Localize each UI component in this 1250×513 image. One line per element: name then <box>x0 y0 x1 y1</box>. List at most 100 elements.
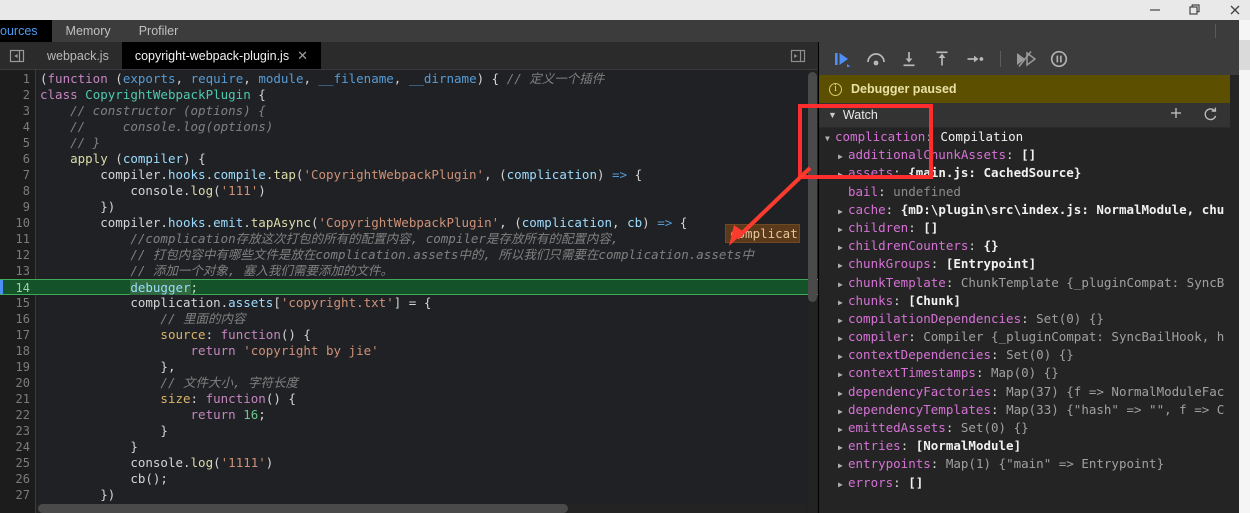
code-line[interactable]: 16 // 里面的内容 <box>0 311 818 327</box>
code-line[interactable]: 26 cb(); <box>0 471 818 487</box>
code-line[interactable]: 9 }) <box>0 199 818 215</box>
line-number[interactable]: 18 <box>0 343 30 359</box>
watch-property-row[interactable]: ▶ compiler: Compiler {_pluginCompat: Sync… <box>819 328 1230 346</box>
window-scrollbar-thumb[interactable] <box>1239 40 1250 70</box>
code-line[interactable]: 4 // console.log(options) <box>0 119 818 135</box>
line-number[interactable]: 14 <box>0 280 30 296</box>
code-line[interactable]: 19 }, <box>0 359 818 375</box>
code-line[interactable]: 27 }) <box>0 487 818 503</box>
code-line[interactable]: 1 (function (exports, require, module, __… <box>0 71 818 87</box>
line-number[interactable]: 1 <box>0 71 30 87</box>
code-line[interactable]: 17 source: function() { <box>0 327 818 343</box>
line-number[interactable]: 2 <box>0 87 30 103</box>
file-tab-copyright-webpack-plugin-js[interactable]: copyright-webpack-plugin.js ✕ <box>121 42 321 69</box>
line-number[interactable]: 9 <box>0 199 30 215</box>
code-line[interactable]: 23 } <box>0 423 818 439</box>
watch-property-row[interactable]: ▶ dependencyTemplates: Map(33) {"hash" =>… <box>819 401 1230 419</box>
pause-on-exceptions-icon[interactable] <box>1045 46 1073 72</box>
line-number[interactable]: 26 <box>0 471 30 487</box>
code-line[interactable]: 13 // 添加一个对象, 塞入我们需要添加的文件。 <box>0 263 818 279</box>
line-number[interactable]: 21 <box>0 391 30 407</box>
step-into-icon[interactable] <box>895 46 923 72</box>
tab-sources[interactable]: ources <box>0 20 52 42</box>
line-number[interactable]: 17 <box>0 327 30 343</box>
code-horizontal-scroll-thumb[interactable] <box>38 504 568 513</box>
line-number[interactable]: 13 <box>0 263 30 279</box>
step-icon[interactable] <box>961 46 989 72</box>
watch-property-row[interactable]: ▶ entrypoints: Map(1) {"main" => Entrypoi… <box>819 455 1230 473</box>
code-editor[interactable]: 1 (function (exports, require, module, __… <box>0 70 818 513</box>
resume-icon[interactable] <box>829 46 857 72</box>
watch-property-row[interactable]: ▶ children: [] <box>819 219 1230 237</box>
code-line[interactable]: 11 //complication存放这次打包的所有的配置内容, compile… <box>0 231 818 247</box>
code-line[interactable]: 2 class CopyrightWebpackPlugin { <box>0 87 818 103</box>
code-line[interactable]: 10 compiler.hooks.emit.tapAsync('Copyrig… <box>0 215 818 231</box>
line-number[interactable]: 25 <box>0 455 30 471</box>
watch-property-row[interactable]: ▶ entries: [NormalModule] <box>819 437 1230 455</box>
line-number[interactable]: 27 <box>0 487 30 503</box>
line-number[interactable]: 10 <box>0 215 30 231</box>
line-number[interactable]: 20 <box>0 375 30 391</box>
line-number[interactable]: 19 <box>0 359 30 375</box>
code-line[interactable]: 14 debugger; <box>0 279 818 295</box>
line-number[interactable]: 12 <box>0 247 30 263</box>
deactivate-breakpoints-icon[interactable] <box>1012 46 1040 72</box>
watch-property-row[interactable]: ▶ compilationDependencies: Set(0) {} <box>819 310 1230 328</box>
code-line[interactable]: 25 console.log('1111') <box>0 455 818 471</box>
line-number[interactable]: 4 <box>0 119 30 135</box>
code-line[interactable]: 12 // 打包内容中有哪些文件是放在complication.assets中的… <box>0 247 818 263</box>
line-number[interactable]: 3 <box>0 103 30 119</box>
tab-profiler[interactable]: Profiler <box>125 20 193 42</box>
line-number[interactable]: 6 <box>0 151 30 167</box>
watch-property-row[interactable]: ▶ cache: {mD:\plugin\src\index.js: Normal… <box>819 201 1230 219</box>
code-line[interactable]: 3 // constructor (options) { <box>0 103 818 119</box>
line-number[interactable]: 16 <box>0 311 30 327</box>
code-line[interactable]: 22 return 16; <box>0 407 818 423</box>
line-number[interactable]: 8 <box>0 183 30 199</box>
watch-property-row[interactable]: ▼ complication: Compilation <box>819 128 1230 146</box>
watch-property-row[interactable]: ▶ contextTimestamps: Map(0) {} <box>819 364 1230 382</box>
close-icon[interactable]: ✕ <box>297 49 308 62</box>
code-line[interactable]: 8 console.log('111') <box>0 183 818 199</box>
code-line[interactable]: 7 compiler.hooks.compile.tap('CopyrightW… <box>0 167 818 183</box>
code-vertical-scroll-thumb[interactable] <box>808 72 817 302</box>
show-navigator-icon[interactable] <box>0 42 34 69</box>
code-line[interactable]: 20 // 文件大小, 字符长度 <box>0 375 818 391</box>
minimize-button[interactable] <box>1148 3 1162 17</box>
watch-property-row[interactable]: ▶ additionalChunkAssets: [] <box>819 146 1230 164</box>
watch-property-row[interactable]: ▶ dependencyFactories: Map(37) {f => Norm… <box>819 383 1230 401</box>
watch-property-row[interactable]: ▶ childrenCounters: {} <box>819 237 1230 255</box>
close-button[interactable] <box>1228 3 1242 17</box>
line-number[interactable]: 22 <box>0 407 30 423</box>
watch-property-row[interactable]: ▶ chunkTemplate: ChunkTemplate {_pluginCo… <box>819 274 1230 292</box>
line-number[interactable]: 7 <box>0 167 30 183</box>
show-debugger-icon[interactable] <box>784 42 812 70</box>
line-number[interactable]: 24 <box>0 439 30 455</box>
window-scrollbar[interactable] <box>1239 20 1250 513</box>
line-number[interactable]: 11 <box>0 231 30 247</box>
watch-property-row[interactable]: ▶ assets: {main.js: CachedSource} <box>819 164 1230 182</box>
watch-property-row[interactable]: bail: undefined <box>819 183 1230 201</box>
watch-section-header[interactable]: ▼ Watch <box>819 103 1230 128</box>
code-content[interactable]: 1 (function (exports, require, module, __… <box>0 71 818 503</box>
step-out-icon[interactable] <box>928 46 956 72</box>
code-line[interactable]: 24 } <box>0 439 818 455</box>
watch-property-row[interactable]: ▶ contextDependencies: Set(0) {} <box>819 346 1230 364</box>
chevron-right-icon[interactable]: ▶ <box>838 476 848 494</box>
refresh-icon[interactable] <box>1203 106 1218 126</box>
watch-property-row[interactable]: ▶ errors: [] <box>819 474 1230 492</box>
watch-property-row[interactable]: ▶ emittedAssets: Set(0) {} <box>819 419 1230 437</box>
line-number[interactable]: 23 <box>0 423 30 439</box>
chevron-down-icon[interactable]: ▼ <box>828 110 837 120</box>
code-line[interactable]: 5 // } <box>0 135 818 151</box>
watch-property-row[interactable]: ▶ chunkGroups: [Entrypoint] <box>819 255 1230 273</box>
code-line[interactable]: 18 return 'copyright by jie' <box>0 343 818 359</box>
maximize-button[interactable] <box>1188 3 1202 17</box>
watch-expression-list[interactable]: ▼ complication: Compilation ▶ additionalChu… <box>819 128 1230 513</box>
code-line[interactable]: 15 complication.assets['copyright.txt'] … <box>0 295 818 311</box>
line-number[interactable]: 5 <box>0 135 30 151</box>
step-over-icon[interactable] <box>862 46 890 72</box>
tab-memory[interactable]: Memory <box>52 20 125 42</box>
code-line[interactable]: 6 apply (compiler) { <box>0 151 818 167</box>
watch-property-row[interactable]: ▶ chunks: [Chunk] <box>819 292 1230 310</box>
